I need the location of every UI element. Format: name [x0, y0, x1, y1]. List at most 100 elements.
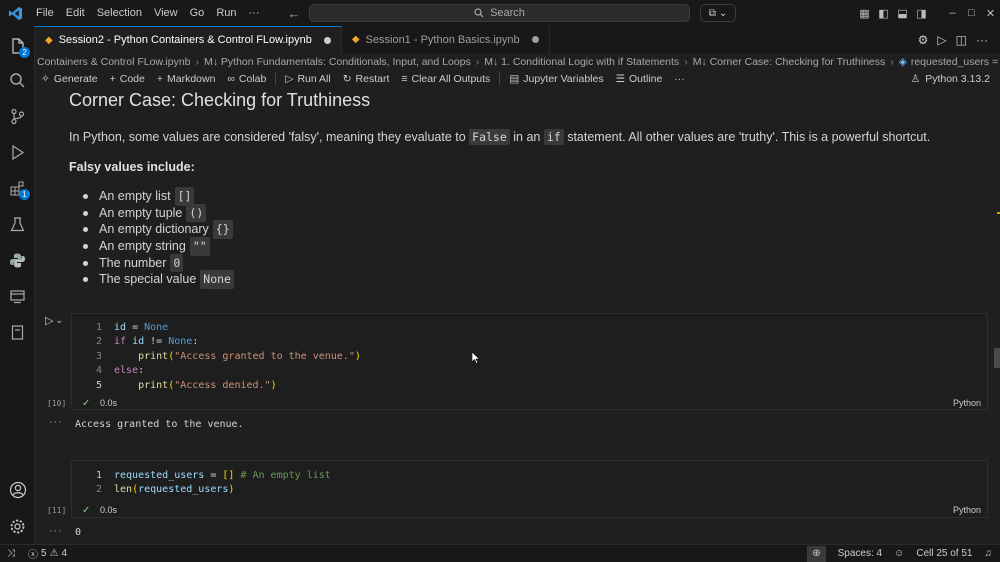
- run-all-button[interactable]: ▷ Run All: [279, 73, 336, 85]
- menu-file[interactable]: File: [30, 7, 60, 19]
- outline-button[interactable]: ☰ Outline: [610, 73, 669, 85]
- settings-gear-icon[interactable]: [0, 514, 35, 538]
- error-count: 5: [41, 548, 47, 559]
- tab-label: Session1 - Python Basics.ipynb: [365, 33, 520, 46]
- run-debug-icon[interactable]: [0, 140, 35, 164]
- copilot-status-icon[interactable]: ☺: [894, 548, 904, 559]
- cell-output-2: 0: [75, 527, 82, 538]
- markdown-paragraph: In Python, some values are considered 'f…: [69, 129, 930, 145]
- notebook-file-icon: ◆: [45, 34, 53, 46]
- problems-indicator[interactable]: ⓧ 5 ⚠ 4: [22, 546, 67, 561]
- extensions-badge: 1: [19, 189, 30, 200]
- remote-indicator-icon[interactable]: ⤨: [0, 545, 22, 562]
- account-icon[interactable]: [0, 478, 35, 502]
- tab-session2[interactable]: ◆ Session2 - Python Containers & Control…: [35, 26, 342, 53]
- toggle-panel-icon[interactable]: ⬓: [893, 7, 912, 20]
- toggle-secondary-sidebar-icon[interactable]: ◨: [912, 7, 931, 20]
- menu-run[interactable]: Run: [210, 7, 242, 19]
- explorer-badge: 2: [19, 47, 30, 58]
- list-item-text: An empty string: [99, 239, 186, 254]
- markdown-label: Markdown: [166, 73, 216, 85]
- error-icon: ⓧ: [28, 550, 38, 561]
- unsaved-dot-icon[interactable]: [323, 36, 331, 44]
- split-editor-icon[interactable]: ◫: [956, 33, 967, 47]
- breadcrumb-cell[interactable]: requested_users = [11] # An empty lis: [909, 56, 1000, 68]
- tab-label: Session2 - Python Containers & Control F…: [58, 34, 312, 46]
- python-icon[interactable]: [0, 248, 35, 272]
- code-line: 2 if id != None:: [95, 336, 199, 348]
- menu-view[interactable]: View: [148, 7, 184, 19]
- colab-button[interactable]: ∞ Colab: [221, 73, 272, 85]
- run-all-icon: ▷: [285, 73, 294, 85]
- jupyter-variables-button[interactable]: ▤ Jupyter Variables: [503, 73, 609, 85]
- breadcrumb-file[interactable]: Containers & Control FLow.ipynb: [35, 56, 193, 68]
- add-code-button[interactable]: + Code: [104, 73, 151, 85]
- list-item-code: None: [200, 270, 234, 290]
- close-icon[interactable]: ✕: [981, 7, 1000, 20]
- command-center-search[interactable]: Search: [309, 4, 690, 22]
- minimize-icon[interactable]: –: [943, 7, 962, 19]
- list-item: An empty dictionary{}: [83, 220, 234, 240]
- testing-flask-icon[interactable]: [0, 212, 35, 236]
- title-bar: File Edit Selection View Go Run ··· ← → …: [0, 0, 1000, 26]
- cell-position-status[interactable]: Cell 25 of 51: [916, 548, 972, 559]
- generate-button[interactable]: ✧ Generate: [35, 73, 104, 85]
- zoom-icon[interactable]: ⊕: [807, 545, 826, 562]
- kernel-picker[interactable]: ♙ Python 3.13.2: [911, 73, 1000, 85]
- tab-session1[interactable]: ◆ Session1 - Python Basics.ipynb: [342, 26, 550, 53]
- cell-status-bar: [10] ✓ 0.0s Python: [47, 396, 989, 410]
- source-control-icon[interactable]: [0, 104, 35, 128]
- more-actions-icon[interactable]: ···: [976, 33, 988, 47]
- breadcrumb-section-3[interactable]: M↓ Corner Case: Checking for Truthiness: [691, 56, 888, 68]
- list-item: The number 0: [83, 253, 234, 273]
- layout-customize-icon[interactable]: ▦: [855, 7, 874, 20]
- explorer-icon[interactable]: 2: [0, 34, 35, 58]
- cube-icon: ◈: [898, 55, 907, 68]
- outline-label: Outline: [629, 73, 663, 85]
- menu-go[interactable]: Go: [184, 7, 211, 19]
- search-icon[interactable]: [0, 68, 35, 92]
- cell-language[interactable]: Python: [953, 505, 981, 515]
- toolbar-more-button[interactable]: ···: [668, 73, 691, 85]
- code-cell-1[interactable]: 1 id = None 2 if id != None: 3 print("Acce…: [47, 313, 989, 410]
- gear-icon[interactable]: ⚙: [918, 33, 929, 47]
- cell-language[interactable]: Python: [953, 398, 981, 408]
- list-item-text: An empty dictionary: [99, 222, 209, 237]
- maximize-icon[interactable]: □: [962, 7, 981, 19]
- copilot-button[interactable]: ⧉ ⌄: [700, 4, 736, 22]
- cell-output-1: Access granted to the venue.: [75, 419, 244, 430]
- toggle-sidebar-icon[interactable]: ◧: [874, 7, 893, 20]
- vertical-scrollbar[interactable]: [994, 348, 1000, 368]
- extensions-icon[interactable]: 1: [0, 176, 35, 200]
- code-cell-2[interactable]: 1 requested_users = [] # An empty list 2l…: [47, 460, 988, 518]
- vscode-logo-icon: [0, 0, 30, 26]
- breadcrumb-section-1[interactable]: M↓ Python Fundamentals: Conditionals, In…: [202, 56, 473, 68]
- remote-explorer-icon[interactable]: [0, 284, 35, 308]
- code-line: 4 else:: [95, 365, 145, 377]
- output-more-icon[interactable]: ···: [49, 525, 63, 537]
- menu-edit[interactable]: Edit: [60, 7, 91, 19]
- menu-bar: File Edit Selection View Go Run ···: [30, 7, 266, 19]
- notebook-icon[interactable]: [0, 320, 35, 344]
- menu-more[interactable]: ···: [243, 7, 266, 19]
- run-play-icon[interactable]: ▷: [937, 33, 946, 47]
- execution-count: [10]: [47, 398, 67, 408]
- add-markdown-button[interactable]: + Markdown: [151, 73, 222, 85]
- clear-outputs-button[interactable]: ≡ Clear All Outputs: [395, 73, 496, 85]
- notifications-bell-icon[interactable]: ♫: [985, 548, 993, 559]
- run-cell-button[interactable]: ▷ ⌄: [45, 314, 63, 327]
- menu-selection[interactable]: Selection: [91, 7, 148, 19]
- status-bar: ⤨ ⓧ 5 ⚠ 4 ⊕ Spaces: 4 ☺ Cell 25 of 51 ♫: [0, 544, 1000, 562]
- breadcrumb-section-2[interactable]: M↓ 1. Conditional Logic with if Statemen…: [482, 56, 681, 68]
- chevron-down-icon: ⌄: [55, 315, 64, 325]
- variables-icon: ▤: [509, 73, 520, 85]
- back-arrow-icon[interactable]: ←: [288, 6, 301, 21]
- indentation-status[interactable]: Spaces: 4: [838, 548, 882, 559]
- mouse-cursor-icon: [472, 352, 480, 364]
- notebook-editor: Corner Case: Checking for Truthiness In …: [35, 88, 1000, 544]
- notebook-file-icon: ◆: [351, 34, 360, 45]
- generate-label: Generate: [53, 73, 98, 85]
- output-more-icon[interactable]: ···: [49, 416, 63, 428]
- unsaved-dot-icon[interactable]: [531, 36, 539, 43]
- restart-button[interactable]: ↻ Restart: [337, 73, 396, 85]
